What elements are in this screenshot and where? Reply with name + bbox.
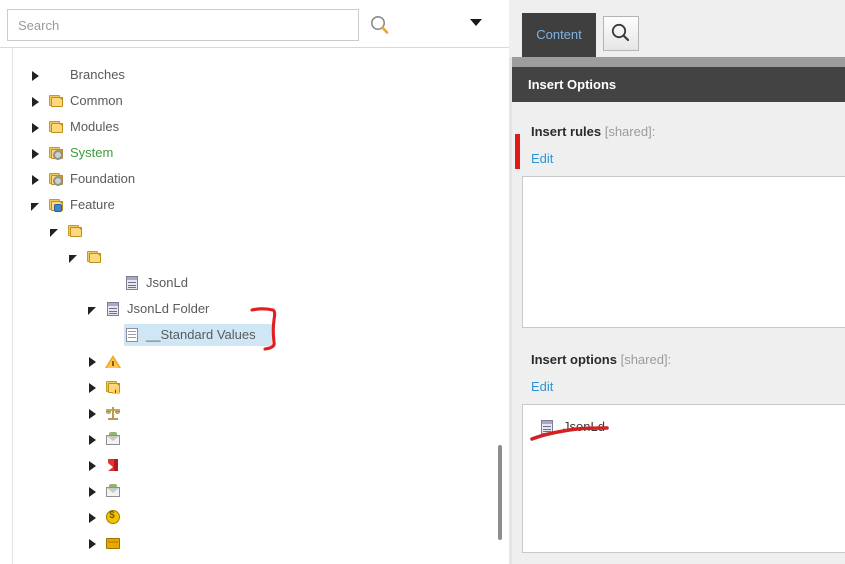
folder-warning-icon	[105, 379, 121, 395]
tree-expand-toggle[interactable]	[87, 478, 99, 504]
tree-item-label: System	[70, 145, 114, 160]
tree-item-label: Common	[70, 93, 123, 108]
tree-item[interactable]: JsonLd	[0, 270, 509, 296]
tree-item[interactable]: Feature	[0, 192, 509, 218]
tree-item-label: Feature	[70, 197, 115, 212]
folder-gear-icon	[48, 145, 64, 161]
content-tree[interactable]: Branches Common Modules System Foundation Fea…	[0, 48, 509, 564]
tree-expand-toggle[interactable]	[87, 452, 99, 478]
content-tree-panel: Branches Common Modules System Foundation Fea…	[0, 0, 509, 564]
insert-rules-edit-link[interactable]: Edit	[531, 151, 553, 166]
tree-expand-toggle[interactable]	[30, 88, 42, 114]
folder-icon	[48, 93, 64, 109]
tree-item[interactable]: $	[0, 504, 509, 530]
insert-rules-label-text: Insert rules	[531, 124, 602, 139]
folder-icon	[48, 119, 64, 135]
search-input[interactable]	[7, 9, 359, 41]
tree-item-label: Branches	[70, 67, 125, 82]
editor-tabstrip: Content	[509, 0, 845, 57]
tree-expand-toggle[interactable]	[87, 374, 99, 400]
tree-expand-toggle[interactable]	[87, 426, 99, 452]
tree-item[interactable]	[0, 426, 509, 452]
content-editor-panel: Content Insert Options Insert rules [sha…	[509, 0, 845, 564]
section-divider-bar	[512, 57, 845, 67]
branches-icon	[48, 67, 64, 83]
tree-item[interactable]	[0, 348, 509, 374]
tree-expand-toggle[interactable]	[30, 62, 42, 88]
search-icon[interactable]	[603, 16, 639, 51]
tree-collapse-toggle[interactable]	[87, 296, 99, 322]
tree-expand-toggle[interactable]	[30, 114, 42, 140]
tab-content[interactable]: Content	[522, 13, 596, 57]
scale-icon	[105, 405, 121, 421]
tree-collapse-toggle[interactable]	[49, 218, 61, 244]
tree-item[interactable]: Foundation	[0, 166, 509, 192]
insert-options-edit-link[interactable]: Edit	[531, 379, 553, 394]
tree-search-bar	[0, 0, 509, 48]
tree-collapse-toggle[interactable]	[30, 192, 42, 218]
tree-item[interactable]	[0, 218, 509, 244]
insert-options-header: Insert Options	[512, 67, 845, 169]
tree-item-label: JsonLd Folder	[127, 301, 210, 316]
tree-expand-toggle[interactable]	[87, 400, 99, 426]
tree-item[interactable]	[0, 400, 509, 426]
tree-item-label: Modules	[70, 119, 120, 134]
tree-item[interactable]: __Standard Values	[0, 322, 509, 348]
tree-expand-toggle[interactable]	[30, 140, 42, 166]
tree-item-label: Foundation	[70, 171, 136, 186]
tree-item[interactable]	[0, 478, 509, 504]
tree-item[interactable]	[0, 374, 509, 400]
tree-collapse-toggle[interactable]	[68, 244, 80, 270]
insert-options-shared-tag: [shared]:	[620, 352, 672, 367]
tree-expand-toggle[interactable]	[30, 166, 42, 192]
insert-options-label-text: Insert options	[531, 352, 617, 367]
search-icon[interactable]	[368, 13, 392, 37]
coin-icon: $	[105, 509, 121, 525]
insert-rules-shared-tag: [shared]:	[604, 124, 656, 139]
tree-item[interactable]: JsonLd Folder	[0, 296, 509, 322]
tree-item[interactable]: Modules	[0, 114, 509, 140]
tree-item-label: JsonLd	[146, 275, 188, 290]
tree-vertical-scrollbar[interactable]	[498, 445, 502, 540]
insert-rules-box[interactable]	[522, 176, 845, 328]
tree-expand-toggle[interactable]	[87, 348, 99, 374]
template-icon	[124, 275, 140, 291]
insert-options-label: Insert options [shared]:	[531, 352, 671, 367]
mail-icon	[105, 431, 121, 447]
template-icon	[539, 419, 555, 435]
tree-item-label: __Standard Values	[146, 327, 256, 342]
tree-expand-toggle[interactable]	[87, 530, 99, 556]
tree-item[interactable]: Branches	[0, 62, 509, 88]
tree-item[interactable]: Common	[0, 88, 509, 114]
warning-icon	[105, 353, 121, 369]
insert-options-box[interactable]: JsonLd	[522, 404, 845, 553]
ribbon-icon	[105, 457, 121, 473]
folder-blue-icon	[48, 197, 64, 213]
insert-rules-label: Insert rules [shared]:	[531, 124, 655, 139]
sitecore-content-editor: Branches Common Modules System Foundation Fea…	[0, 0, 845, 564]
tree-item[interactable]	[0, 452, 509, 478]
folder-icon	[86, 249, 102, 265]
tree-item[interactable]	[0, 530, 509, 556]
tree-item[interactable]	[0, 244, 509, 270]
folder-icon	[67, 223, 83, 239]
folder-gear-icon	[48, 171, 64, 187]
chevron-down-icon[interactable]	[470, 19, 486, 31]
section-accent-bar	[515, 134, 520, 169]
insert-option-label: JsonLd	[563, 419, 605, 434]
tree-expand-toggle[interactable]	[87, 504, 99, 530]
template-icon	[105, 301, 121, 317]
section-title: Insert Options	[528, 77, 617, 92]
mail-icon	[105, 483, 121, 499]
tree-item[interactable]: System	[0, 140, 509, 166]
drawer-icon	[105, 535, 121, 551]
document-icon	[124, 327, 140, 343]
